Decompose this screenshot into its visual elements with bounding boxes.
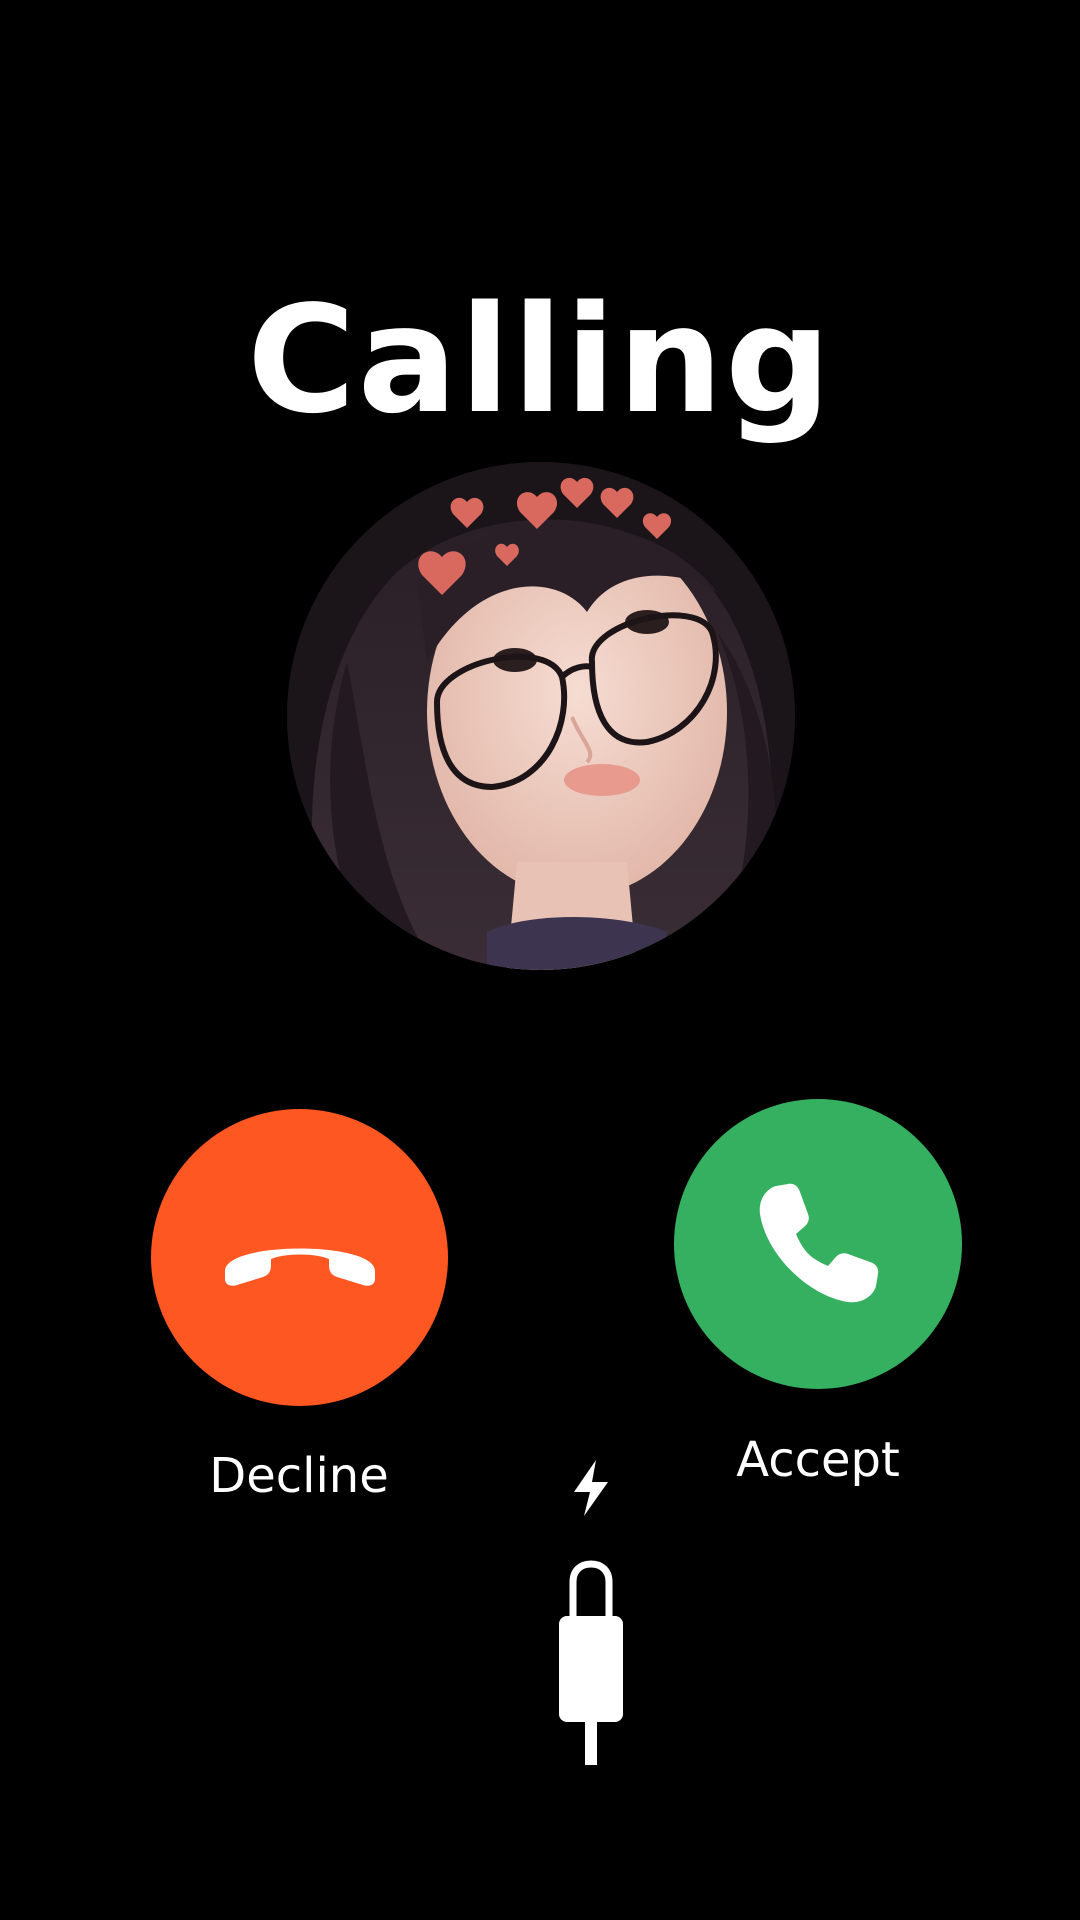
call-status-title: Calling <box>247 274 833 446</box>
phone-icon <box>759 1183 879 1303</box>
decline-button[interactable] <box>151 1109 448 1406</box>
charging-cable-icon <box>559 1560 623 1765</box>
caller-avatar <box>287 462 795 970</box>
incoming-call-screen: Calling Decline Accept <box>0 0 1080 1920</box>
phone-hangup-icon <box>224 1248 375 1286</box>
decline-label: Decline <box>209 1448 389 1504</box>
lightning-bolt-icon <box>574 1460 608 1516</box>
caller-photo <box>287 462 795 970</box>
accept-button[interactable] <box>674 1099 962 1389</box>
accept-label: Accept <box>736 1432 900 1488</box>
